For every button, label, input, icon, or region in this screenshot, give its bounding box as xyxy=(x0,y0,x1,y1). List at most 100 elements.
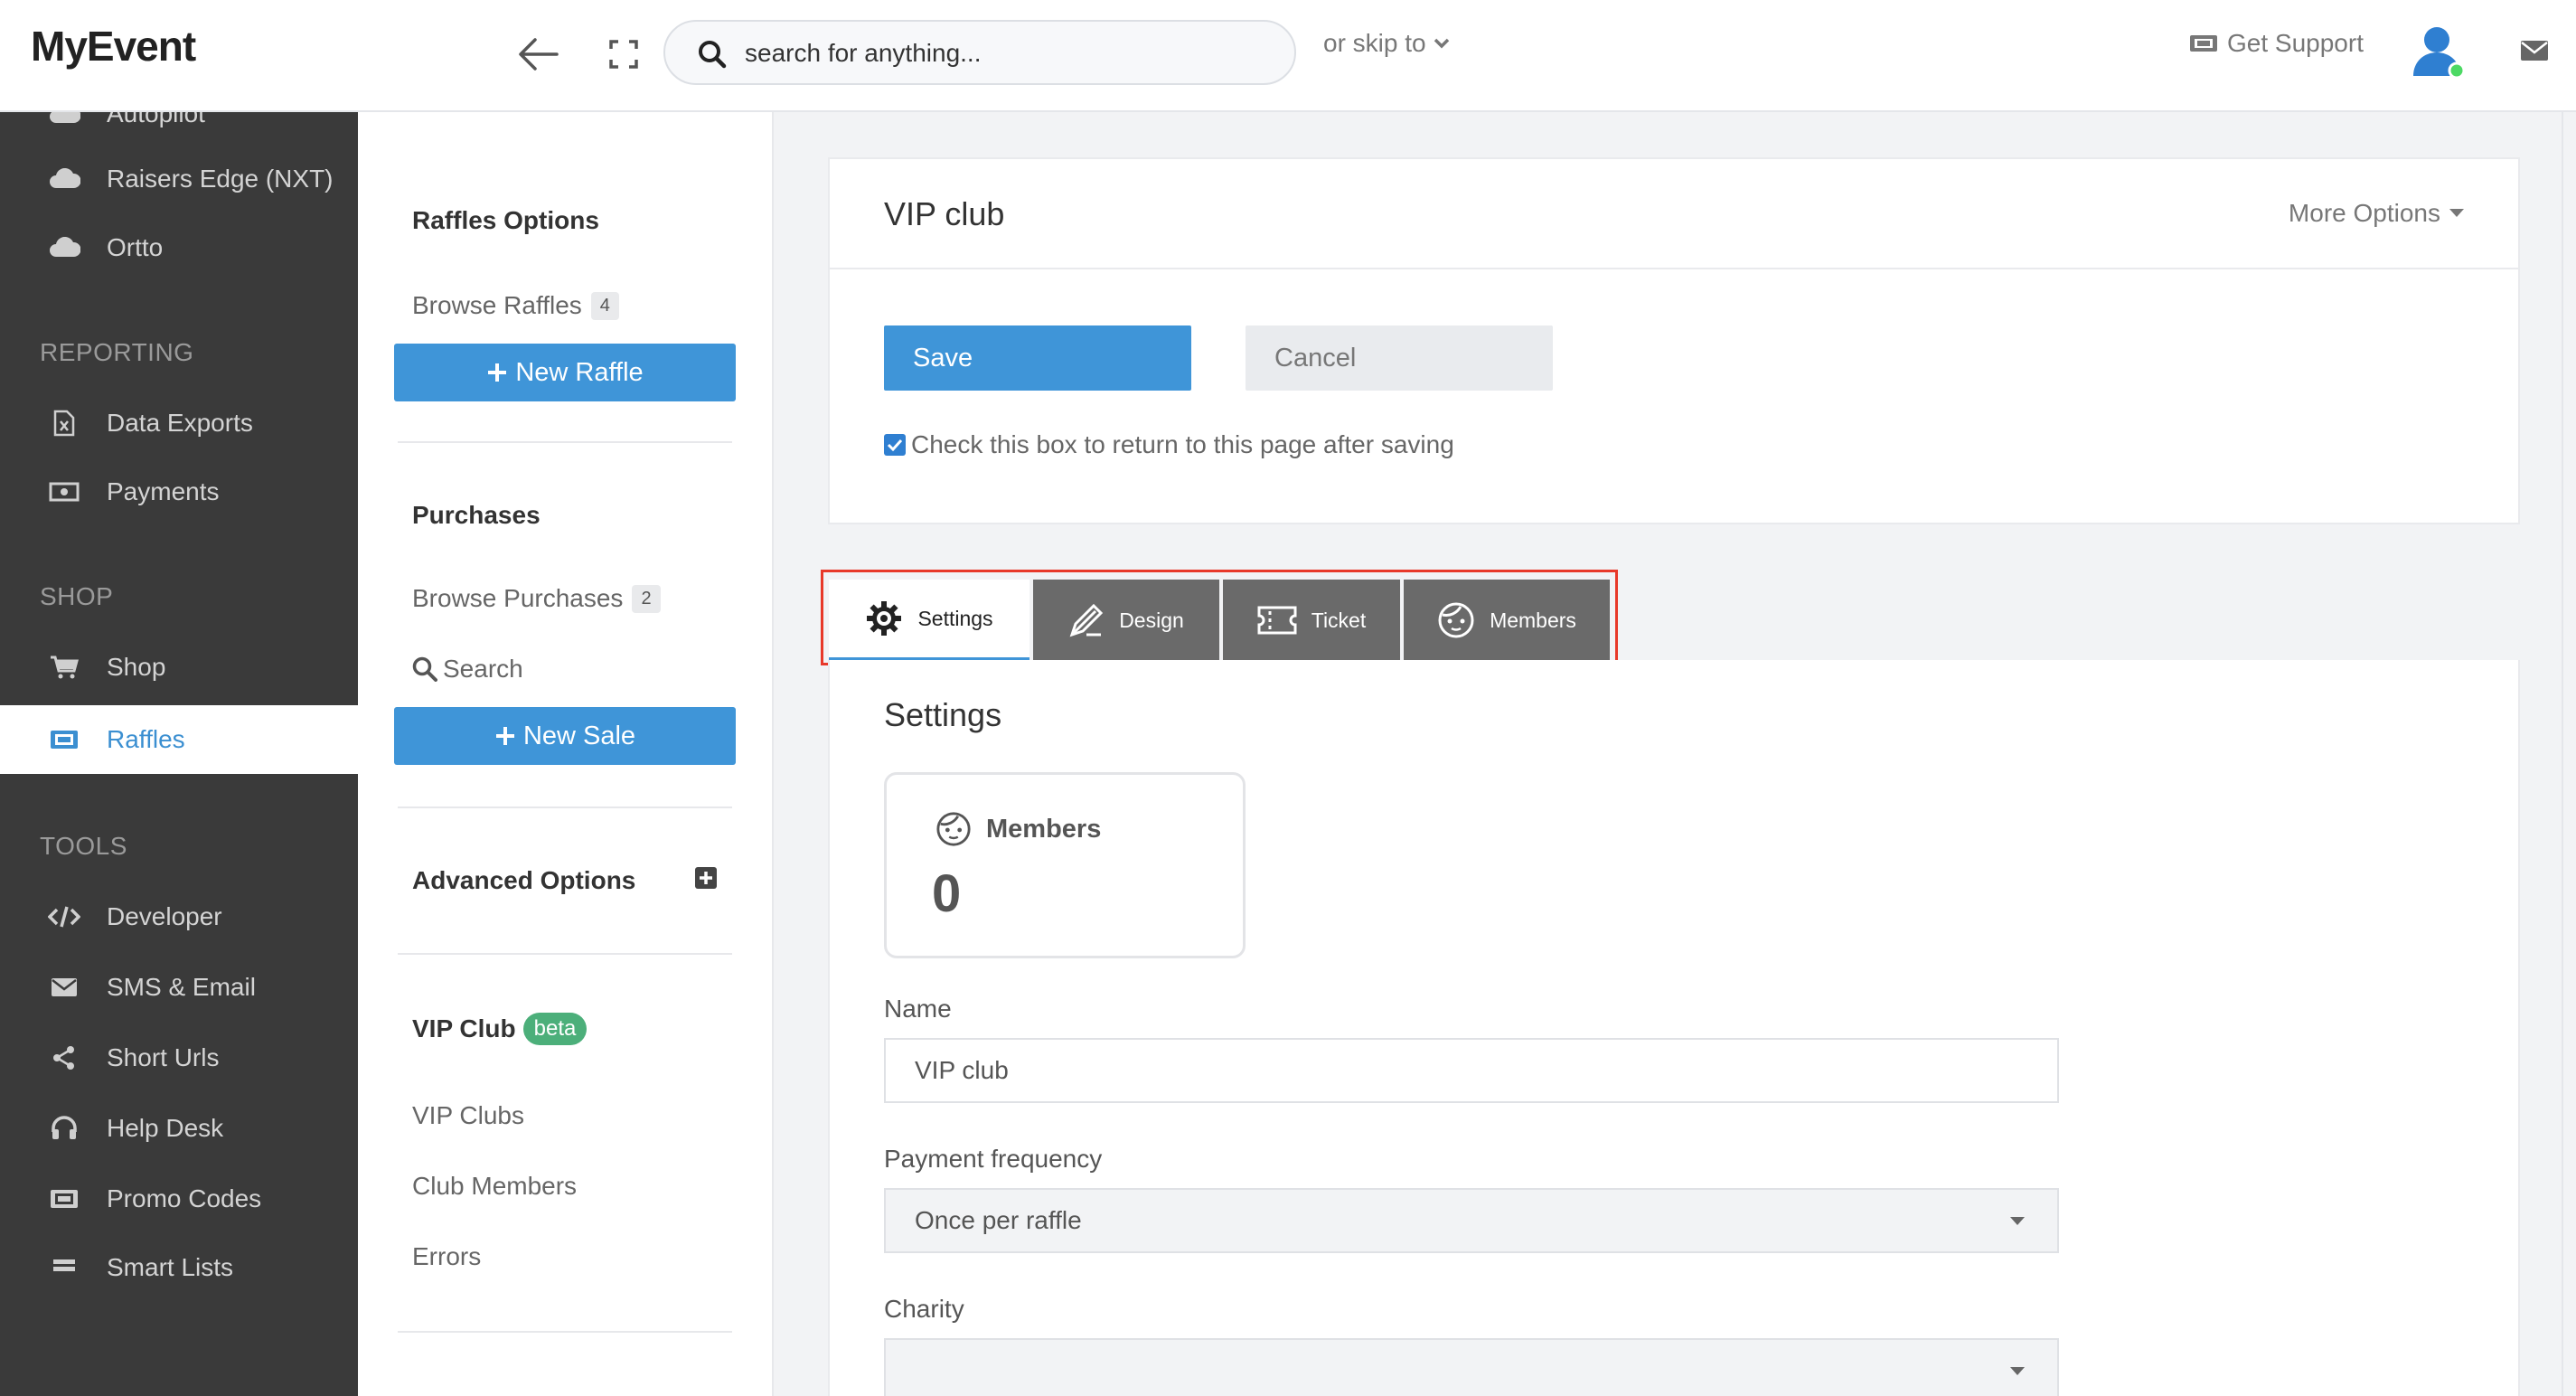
sidebar-item-label: Smart Lists xyxy=(107,1253,234,1281)
search-input[interactable] xyxy=(745,34,1269,72)
divider xyxy=(830,268,2518,269)
search-link[interactable]: Search xyxy=(412,655,523,684)
new-raffle-label: New Raffle xyxy=(515,357,644,387)
sidebar-item-label: Raisers Edge (NXT) xyxy=(107,165,334,193)
mail-icon[interactable] xyxy=(2520,40,2549,61)
payment-frequency-value: Once per raffle xyxy=(915,1206,1082,1234)
app-logo[interactable]: MyEvent xyxy=(31,22,196,71)
tab-label: Ticket xyxy=(1311,608,1367,632)
sidebar-item-label: Promo Codes xyxy=(107,1184,262,1212)
sidebar-item-label: Raffles xyxy=(107,725,185,753)
charity-label: Charity xyxy=(884,1295,964,1323)
errors-link[interactable]: Errors xyxy=(412,1242,481,1271)
sidebar-item-label: Short Urls xyxy=(107,1043,220,1071)
share-icon xyxy=(0,1045,108,1071)
count-badge: 4 xyxy=(590,291,619,320)
excel-file-icon xyxy=(0,410,108,437)
sidebar-item-raisers-edge[interactable]: Raisers Edge (NXT) xyxy=(0,145,358,213)
sidebar-item-shop[interactable]: Shop xyxy=(0,633,358,702)
more-options-dropdown[interactable]: More Options xyxy=(2289,199,2464,228)
user-avatar[interactable] xyxy=(2410,22,2468,80)
search-icon xyxy=(698,40,727,69)
save-button[interactable]: Save xyxy=(884,325,1191,391)
raffles-options-heading: Raffles Options xyxy=(412,206,599,234)
payment-frequency-label: Payment frequency xyxy=(884,1145,1103,1173)
cloud-icon xyxy=(0,237,108,259)
code-icon xyxy=(0,905,108,929)
sidebar-item-sms-email[interactable]: SMS & Email xyxy=(0,953,358,1022)
back-arrow-icon[interactable] xyxy=(517,34,560,74)
purchases-heading: Purchases xyxy=(412,501,541,529)
browse-purchases-label: Browse Purchases xyxy=(412,584,624,612)
beta-badge: beta xyxy=(522,1013,588,1045)
get-support-link[interactable]: Get Support xyxy=(2189,29,2364,58)
sidebar-item-data-exports[interactable]: Data Exports xyxy=(0,389,358,457)
face-icon xyxy=(1437,601,1475,639)
sidebar-item-label: Ortto xyxy=(107,233,164,261)
top-bar: MyEvent or skip to Get Support xyxy=(0,0,2576,112)
browse-raffles-label: Browse Raffles xyxy=(412,291,582,319)
chevron-down-icon xyxy=(1434,37,1450,50)
name-label: Name xyxy=(884,995,952,1023)
return-after-save-checkbox[interactable] xyxy=(884,434,906,456)
gear-icon xyxy=(865,599,903,637)
sidebar-item-smart-lists[interactable]: Smart Lists xyxy=(0,1233,358,1302)
vip-clubs-link[interactable]: VIP Clubs xyxy=(412,1101,524,1130)
tab-ticket[interactable]: Ticket xyxy=(1223,580,1400,661)
raffles-subnav: Raffles Options Browse Raffles 4 New Raf… xyxy=(358,112,774,1396)
ticket-icon xyxy=(0,730,108,750)
sidebar-item-raffles[interactable]: Raffles xyxy=(0,705,358,774)
sidebar-item-short-urls[interactable]: Short Urls xyxy=(0,1023,358,1092)
club-members-link[interactable]: Club Members xyxy=(412,1172,577,1201)
sidebar-item-promo-codes[interactable]: Promo Codes xyxy=(0,1165,358,1233)
support-ticket-icon xyxy=(2189,33,2218,54)
section-heading-tools: TOOLS xyxy=(40,832,127,860)
tab-members[interactable]: Members xyxy=(1404,580,1610,661)
cancel-button[interactable]: Cancel xyxy=(1246,325,1553,391)
new-sale-button[interactable]: New Sale xyxy=(394,707,736,765)
settings-panel: Settings Members 0 Name Payment frequenc… xyxy=(828,660,2520,1396)
sidebar-item-help-desk[interactable]: Help Desk xyxy=(0,1094,358,1163)
tab-settings[interactable]: Settings xyxy=(829,580,1029,661)
plus-icon xyxy=(486,362,508,383)
sidebar-item-payments[interactable]: Payments xyxy=(0,457,358,526)
divider xyxy=(398,953,732,955)
new-raffle-button[interactable]: New Raffle xyxy=(394,344,736,401)
fullscreen-icon[interactable] xyxy=(606,36,642,72)
caret-down-icon xyxy=(2010,1217,2025,1226)
main-sidebar: Autopilot Raisers Edge (NXT) Ortto REPOR… xyxy=(0,112,358,1396)
list-icon xyxy=(0,1257,108,1278)
browse-purchases-link[interactable]: Browse Purchases 2 xyxy=(412,584,661,613)
section-heading-shop: SHOP xyxy=(40,582,114,610)
cart-icon xyxy=(0,655,108,680)
sidebar-item-label: Data Exports xyxy=(107,409,253,437)
expand-plus-icon[interactable] xyxy=(694,866,718,890)
sidebar-item-ortto[interactable]: Ortto xyxy=(0,213,358,282)
return-after-save-label: Check this box to return to this page af… xyxy=(911,430,1454,458)
name-field[interactable] xyxy=(884,1038,2059,1103)
skip-to-dropdown[interactable]: or skip to xyxy=(1323,29,1450,58)
search-label: Search xyxy=(443,655,523,683)
members-stat-value: 0 xyxy=(932,864,962,923)
ticket-icon xyxy=(0,1189,108,1209)
page-scrollbar[interactable] xyxy=(2562,112,2576,1396)
caret-down-icon xyxy=(2010,1367,2025,1376)
sidebar-item-developer[interactable]: Developer xyxy=(0,882,358,951)
sidebar-item-label: Help Desk xyxy=(107,1114,224,1142)
payment-frequency-select[interactable]: Once per raffle xyxy=(884,1188,2059,1253)
design-icon xyxy=(1068,602,1105,638)
sidebar-item-label: Shop xyxy=(107,653,166,681)
money-icon xyxy=(0,482,108,502)
sidebar-item-label: Developer xyxy=(107,902,222,930)
tab-label: Settings xyxy=(917,606,993,630)
charity-select[interactable] xyxy=(884,1338,2059,1396)
sidebar-item-autopilot[interactable]: Autopilot xyxy=(0,112,358,148)
tab-design[interactable]: Design xyxy=(1033,580,1219,661)
divider xyxy=(398,1331,732,1333)
vip-club-label: VIP Club xyxy=(412,1014,516,1042)
page-title: VIP club xyxy=(884,195,1005,232)
vip-club-heading: VIP Club beta xyxy=(412,1013,588,1045)
browse-raffles-link[interactable]: Browse Raffles 4 xyxy=(412,291,619,320)
advanced-options-heading[interactable]: Advanced Options xyxy=(412,866,635,895)
members-stat-label: Members xyxy=(986,814,1102,844)
